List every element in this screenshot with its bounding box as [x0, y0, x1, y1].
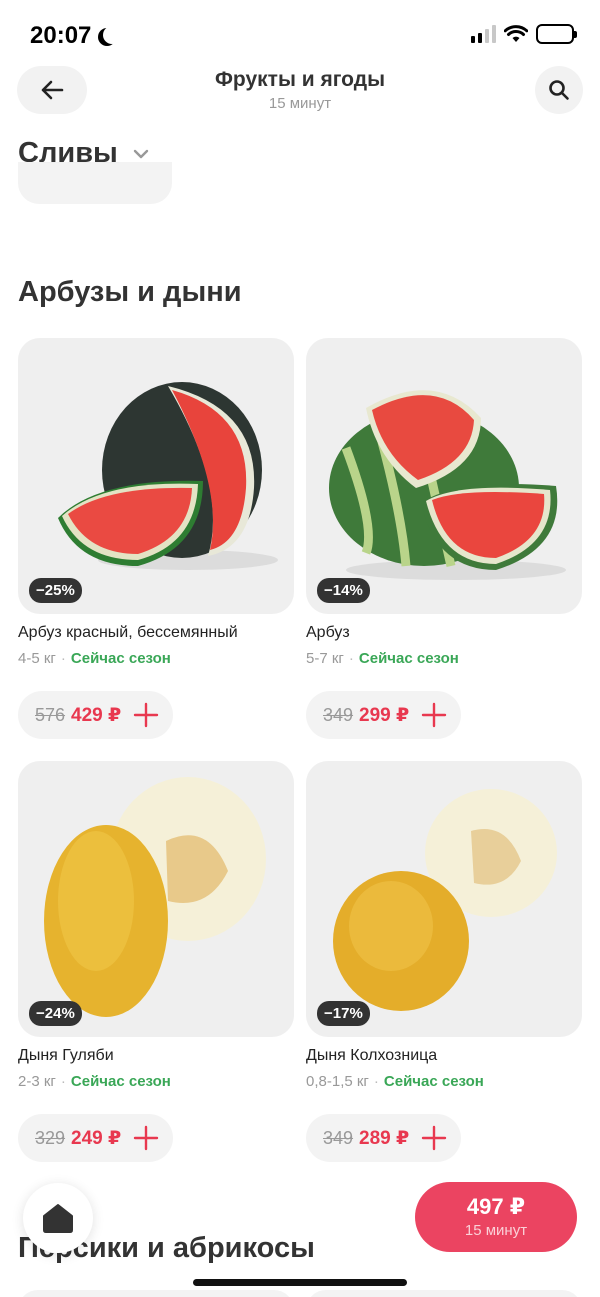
- product-weight: 4-5 кг: [18, 650, 56, 667]
- season-label: Сейчас сезон: [70, 1073, 171, 1090]
- product-card[interactable]: −24% Дыня Гуляби 2-3 кг · Сейчас сезон 329…: [18, 761, 294, 1162]
- product-name[interactable]: Арбуз: [306, 624, 582, 642]
- add-to-cart-button[interactable]: 349 289 ₽: [306, 1114, 462, 1162]
- next-card-peek: [306, 1290, 582, 1297]
- old-price: 349: [323, 704, 354, 725]
- next-card-peek: [18, 1290, 294, 1297]
- home-icon: [43, 1204, 73, 1233]
- watermelon-image: [58, 382, 278, 570]
- product-image[interactable]: −17%: [306, 761, 582, 1037]
- status-time-label: 20:07: [30, 22, 92, 49]
- add-to-cart-button[interactable]: 329 249 ₽: [18, 1114, 174, 1162]
- page-header: Фрукты и ягоды 15 минут: [0, 64, 600, 116]
- watermelon-image: [329, 390, 566, 580]
- product-image[interactable]: −25%: [18, 338, 294, 614]
- status-time: 20:07: [30, 22, 115, 50]
- product-meta: 4-5 кг · Сейчас сезон: [18, 650, 171, 667]
- discount-badge: −14%: [317, 578, 370, 603]
- signal-icon: [471, 25, 496, 43]
- old-price: 576: [35, 704, 66, 725]
- product-weight: 2-3 кг: [18, 1073, 56, 1090]
- season-label: Сейчас сезон: [70, 650, 171, 667]
- product-name[interactable]: Арбуз красный, бессемянный: [18, 624, 294, 642]
- current-price: 249 ₽: [71, 1127, 122, 1149]
- cart-delivery-time: 15 минут: [464, 1222, 528, 1239]
- add-to-cart-button[interactable]: 349 299 ₽: [306, 691, 462, 739]
- product-card[interactable]: −17% Дыня Колхозница 0,8-1,5 кг · Сейчас с…: [306, 761, 582, 1162]
- current-price: 299 ₽: [359, 704, 410, 726]
- delivery-time: 15 минут: [268, 95, 332, 112]
- current-price: 429 ₽: [71, 704, 122, 726]
- chevron-down-icon: [133, 149, 148, 158]
- status-icons: [471, 24, 577, 44]
- discount-badge: −17%: [317, 1001, 370, 1026]
- product-image[interactable]: −14%: [306, 338, 582, 614]
- cart-button[interactable]: 497 ₽ 15 минут: [415, 1182, 577, 1252]
- page-title: Фрукты и ягоды: [215, 68, 385, 91]
- home-indicator: [193, 1279, 407, 1286]
- product-meta: 2-3 кг · Сейчас сезон: [18, 1073, 171, 1090]
- plus-icon: [421, 1125, 447, 1151]
- search-icon: [549, 80, 569, 100]
- wifi-icon: [504, 25, 528, 42]
- moon-icon: [103, 26, 121, 44]
- old-price: 329: [35, 1127, 66, 1148]
- add-to-cart-button[interactable]: 576 429 ₽: [18, 691, 174, 739]
- product-weight: 0,8-1,5 кг: [306, 1073, 369, 1090]
- product-meta: 5-7 кг · Сейчас сезон: [306, 650, 459, 667]
- home-button[interactable]: [23, 1183, 93, 1253]
- current-price: 289 ₽: [359, 1127, 410, 1149]
- product-card[interactable]: −14% Арбуз 5-7 кг · Сейчас сезон 349 299 ₽: [306, 338, 582, 739]
- product-name[interactable]: Дыня Гуляби: [18, 1047, 294, 1065]
- product-weight: 5-7 кг: [306, 650, 344, 667]
- status-bar: 20:07: [0, 0, 600, 66]
- cart-total: 497 ₽: [466, 1194, 526, 1219]
- battery-icon: [536, 24, 577, 44]
- plus-icon: [421, 702, 447, 728]
- season-label: Сейчас сезон: [383, 1073, 484, 1090]
- melon-image: [44, 777, 266, 1017]
- season-label: Сейчас сезон: [358, 650, 459, 667]
- product-meta: 0,8-1,5 кг · Сейчас сезон: [306, 1073, 484, 1090]
- melon-image: [333, 789, 557, 1011]
- plus-icon: [133, 1125, 159, 1151]
- section-title: Арбузы и дыни: [18, 276, 242, 308]
- product-image[interactable]: −24%: [18, 761, 294, 1037]
- search-button[interactable]: [535, 66, 583, 114]
- product-card[interactable]: −25% Арбуз красный, бессемянный 4-5 кг · С…: [18, 338, 294, 739]
- previous-price-pill[interactable]: ━━ ━━ ━━: [18, 162, 172, 204]
- discount-badge: −25%: [29, 578, 82, 603]
- old-price: 349: [323, 1127, 354, 1148]
- previous-price-ghost: ━━ ━━ ━━: [40, 162, 119, 173]
- plus-icon: [133, 702, 159, 728]
- product-name[interactable]: Дыня Колхозница: [306, 1047, 582, 1065]
- discount-badge: −24%: [29, 1001, 82, 1026]
